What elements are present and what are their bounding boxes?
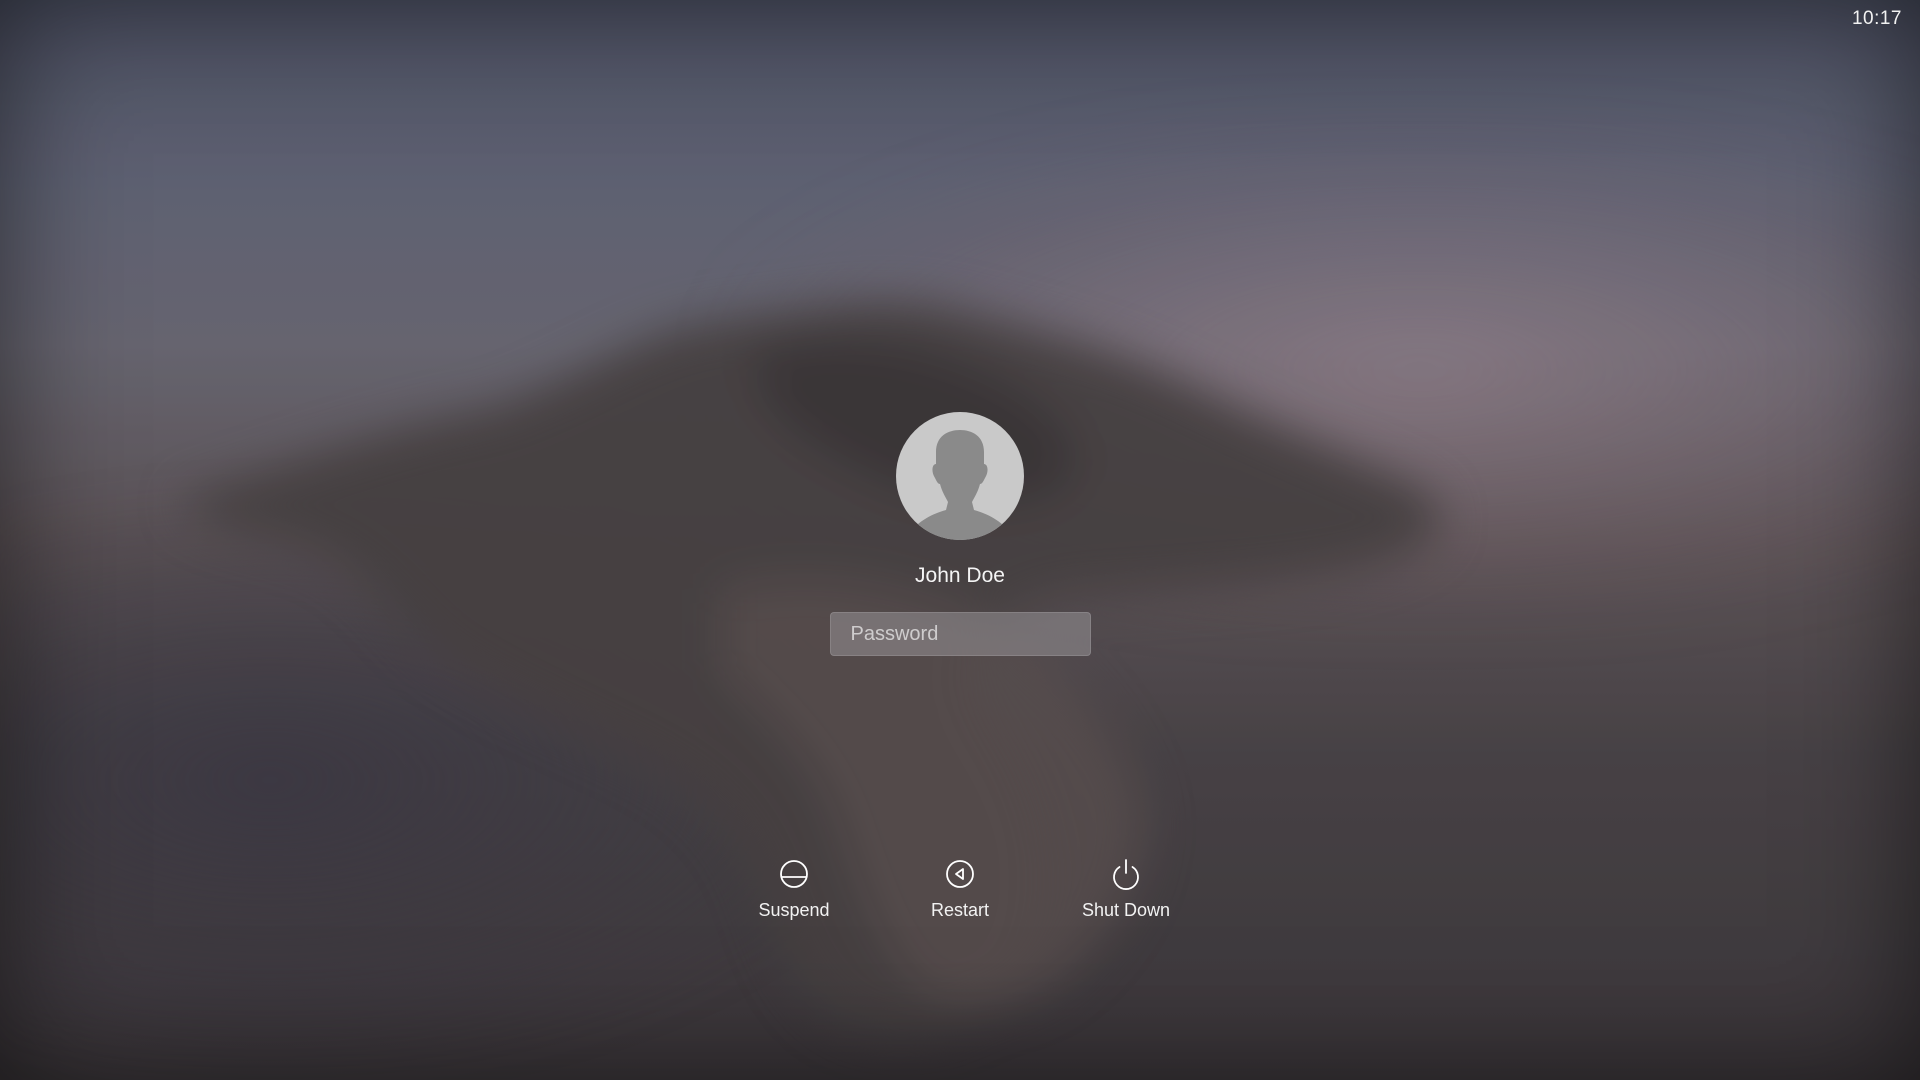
password-input[interactable]: [829, 612, 1091, 656]
power-icon: [1113, 859, 1139, 890]
shut-down-button[interactable]: Shut Down: [1043, 858, 1209, 921]
suspend-label: Suspend: [758, 900, 830, 920]
login-panel: John Doe: [0, 412, 1920, 656]
user-silhouette-icon: [908, 430, 1012, 540]
lock-screen: 10:17 John Doe Suspend Restart Shut Down: [0, 0, 1920, 1080]
user-name: John Doe: [915, 564, 1005, 587]
user-avatar[interactable]: [896, 412, 1024, 540]
power-actions-bar: Suspend Restart Shut Down: [0, 858, 1920, 921]
suspend-icon: [780, 860, 808, 888]
restart-label: Restart: [930, 900, 990, 920]
restart-button[interactable]: Restart: [877, 858, 1043, 921]
suspend-button[interactable]: Suspend: [711, 858, 877, 921]
shut-down-label: Shut Down: [1081, 900, 1171, 920]
clock: 10:17: [1851, 8, 1902, 29]
restart-icon: [946, 860, 974, 888]
